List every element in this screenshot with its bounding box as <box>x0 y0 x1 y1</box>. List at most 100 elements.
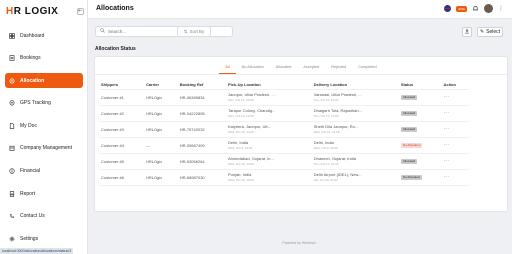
row-actions-icon[interactable]: ··· <box>443 174 450 180</box>
sidebar-item-dashboard[interactable]: Dashboard <box>5 28 83 43</box>
status-tabs: All No Allocation Allocated Accepted Rej… <box>95 63 507 75</box>
col-shippers[interactable]: Shippers <box>99 81 144 90</box>
row-actions-icon[interactable]: ··· <box>443 110 450 116</box>
pickup-date: Wed, Oct 16, 14:00 <box>228 130 254 134</box>
sidebar-item-label: Bookings <box>20 55 41 62</box>
col-status[interactable]: Status <box>398 81 442 90</box>
sidebar-item-label: Allocation <box>20 77 45 84</box>
tab-rejected[interactable]: Rejected <box>325 63 352 74</box>
booking-ref-cell[interactable]: HR-04222805 <box>177 105 227 122</box>
action-cell: ··· <box>441 169 469 186</box>
tab-accepted[interactable]: Accepted <box>297 63 325 74</box>
sort-icon: ⇅ <box>183 28 188 34</box>
booking-ref-cell[interactable]: HR-06389834 <box>177 89 227 106</box>
sidebar-item-settings[interactable]: Settings <box>5 231 83 246</box>
company-icon <box>9 145 15 152</box>
sidebar-item-financial[interactable]: Financial <box>5 164 83 179</box>
table-row[interactable]: Customer #2 HRLOgix HR-04222805 Tarapur Col… <box>99 105 469 122</box>
row-actions-icon[interactable]: ··· <box>443 94 450 100</box>
table-row[interactable]: Customer #5 HRLOgix HR-53066264 Ahmedabad, … <box>99 153 469 170</box>
status-cell: No Allocated <box>398 169 442 186</box>
tab-no-allocation[interactable]: No Allocation <box>236 63 270 74</box>
notification-bell-icon[interactable] <box>472 5 479 12</box>
delivery-cell: Sheth Dila Jaunpur, Ro... Wed, Oct 16, 21… <box>311 121 399 138</box>
tab-allocated[interactable]: Allocated <box>270 63 298 74</box>
table-row[interactable]: Customer #6 HRLOgix HR-68987030 Punjab, Ind… <box>99 169 469 186</box>
sidebar-item-label: My Doc <box>20 122 37 129</box>
carrier-cell: HRLOgix <box>143 105 178 122</box>
sidebar-item-report[interactable]: Report <box>5 186 83 201</box>
sort-by-button[interactable]: ⇅ Sort By <box>177 26 211 37</box>
bookings-icon <box>9 55 15 61</box>
action-cell: ··· <box>441 153 469 170</box>
document-icon <box>9 123 15 129</box>
col-action: Action <box>441 81 469 90</box>
sidebar-item-my-doc[interactable]: My Doc <box>5 118 83 133</box>
avatar[interactable] <box>484 4 493 13</box>
delivery-date: Wed, Oct 16, 21:00 <box>313 130 340 134</box>
shipper-cell: Customer #6 <box>99 169 144 186</box>
status-cell: Allocated <box>398 105 442 122</box>
col-pickup[interactable]: Pick-Up Location <box>226 81 312 90</box>
sidebar-item-contact-us[interactable]: Contact Us <box>5 209 83 224</box>
carrier-cell: HRLOgix <box>143 169 178 186</box>
collapse-sidebar-button[interactable]: ⇤ <box>77 7 84 15</box>
row-actions-icon[interactable]: ··· <box>443 126 450 132</box>
status-badge: Allocated <box>400 126 418 132</box>
header-actions: ENG ⋮ <box>444 4 504 13</box>
sidebar-item-label: Dashboard <box>20 32 45 39</box>
booking-ref-cell[interactable]: HR-39967409 <box>177 137 227 154</box>
row-actions-icon[interactable]: ··· <box>443 158 450 164</box>
delivery-cell: Delhi, India Wed, Oct 9, 20:00 <box>311 137 399 154</box>
table-row[interactable]: Customer #3 HRLOgix HR-75742032 Kalyhera, J… <box>99 121 469 138</box>
row-actions-icon[interactable]: ··· <box>443 142 450 148</box>
delivery-date: Thu, Oct 17, 13:00 <box>313 114 339 118</box>
shipper-cell: Customer #1 <box>99 89 144 106</box>
tab-completed[interactable]: Completed <box>352 63 382 74</box>
tab-all[interactable]: All <box>219 63 236 74</box>
sidebar-item-bookings[interactable]: Bookings <box>5 51 83 66</box>
search-icon <box>100 28 105 35</box>
shipper-cell: Customer #4 <box>99 137 144 154</box>
pickup-date: Wed, Oct 9, 13:00 <box>228 146 253 150</box>
sidebar-item-label: Company Management <box>20 145 72 152</box>
booking-ref-cell[interactable]: HR-68987030 <box>177 169 227 186</box>
col-delivery[interactable]: Delivery Location <box>311 81 399 90</box>
dashboard-icon <box>9 32 15 39</box>
sidebar-item-label: Report <box>20 190 36 197</box>
language-badge[interactable]: ENG <box>456 5 467 12</box>
download-button[interactable] <box>462 27 472 37</box>
section-title: Allocation Status <box>95 46 136 52</box>
sidebar-item-company-management[interactable]: Company Management <box>5 141 83 156</box>
table-header-row: Shippers Carrier Booking Ref Pick-Up Loc… <box>99 81 469 90</box>
delivery-date: Wed, Oct 9, 20:00 <box>313 146 338 150</box>
status-cell: No Allocation <box>398 137 442 154</box>
pickup-cell: Jaunpur, Uttar Pradesh, ... Mon, Oct 14, … <box>226 89 312 106</box>
allocations-table: Shippers Carrier Booking Ref Pick-Up Loc… <box>99 81 469 186</box>
more-options-icon[interactable]: ⋮ <box>498 5 504 12</box>
booking-ref-cell[interactable]: HR-53066264 <box>177 153 227 170</box>
sidebar-item-gps-tracking[interactable]: GPS Tracking <box>5 96 83 111</box>
action-cell: ··· <box>441 121 469 138</box>
search-box[interactable] <box>95 26 233 37</box>
flag-icon[interactable] <box>444 5 452 12</box>
carrier-cell: — <box>143 137 178 154</box>
allocation-icon <box>9 78 15 84</box>
delivery-date: Sat, Oct 19, 21:00 <box>313 178 338 182</box>
status-badge: Allocated <box>400 158 418 164</box>
select-button[interactable]: ✎ Select <box>477 27 503 37</box>
sidebar-item-label: Settings <box>20 235 39 242</box>
status-cell: Allocated <box>398 153 442 170</box>
action-cell: ··· <box>441 89 469 106</box>
table-row[interactable]: Customer #4— HR-39967409 Delhi, India Wed, … <box>99 137 469 154</box>
sidebar-item-label: Contact Us <box>20 213 45 220</box>
delivery-cell: Dhanech, Gujarat, India Thu, Oct 17, 21:0… <box>311 153 399 170</box>
table-row[interactable]: Customer #1 HRLOgix HR-06389834 Jaunpur, Ut… <box>99 89 469 106</box>
sidebar-item-allocation[interactable]: Allocation <box>5 73 83 89</box>
brand-logo[interactable]: HR LOGIX <box>6 6 58 17</box>
col-carrier[interactable]: Carrier <box>143 81 178 90</box>
booking-ref-cell[interactable]: HR-75742032 <box>177 121 227 138</box>
sidebar: HR LOGIX ⇤ Dashboard Bookings Allocation… <box>0 0 88 254</box>
col-booking-ref[interactable]: Booking Ref <box>177 81 227 90</box>
delivery-cell: Delhi Airport (IDEL), New... Sat, Oct 19,… <box>311 169 399 186</box>
